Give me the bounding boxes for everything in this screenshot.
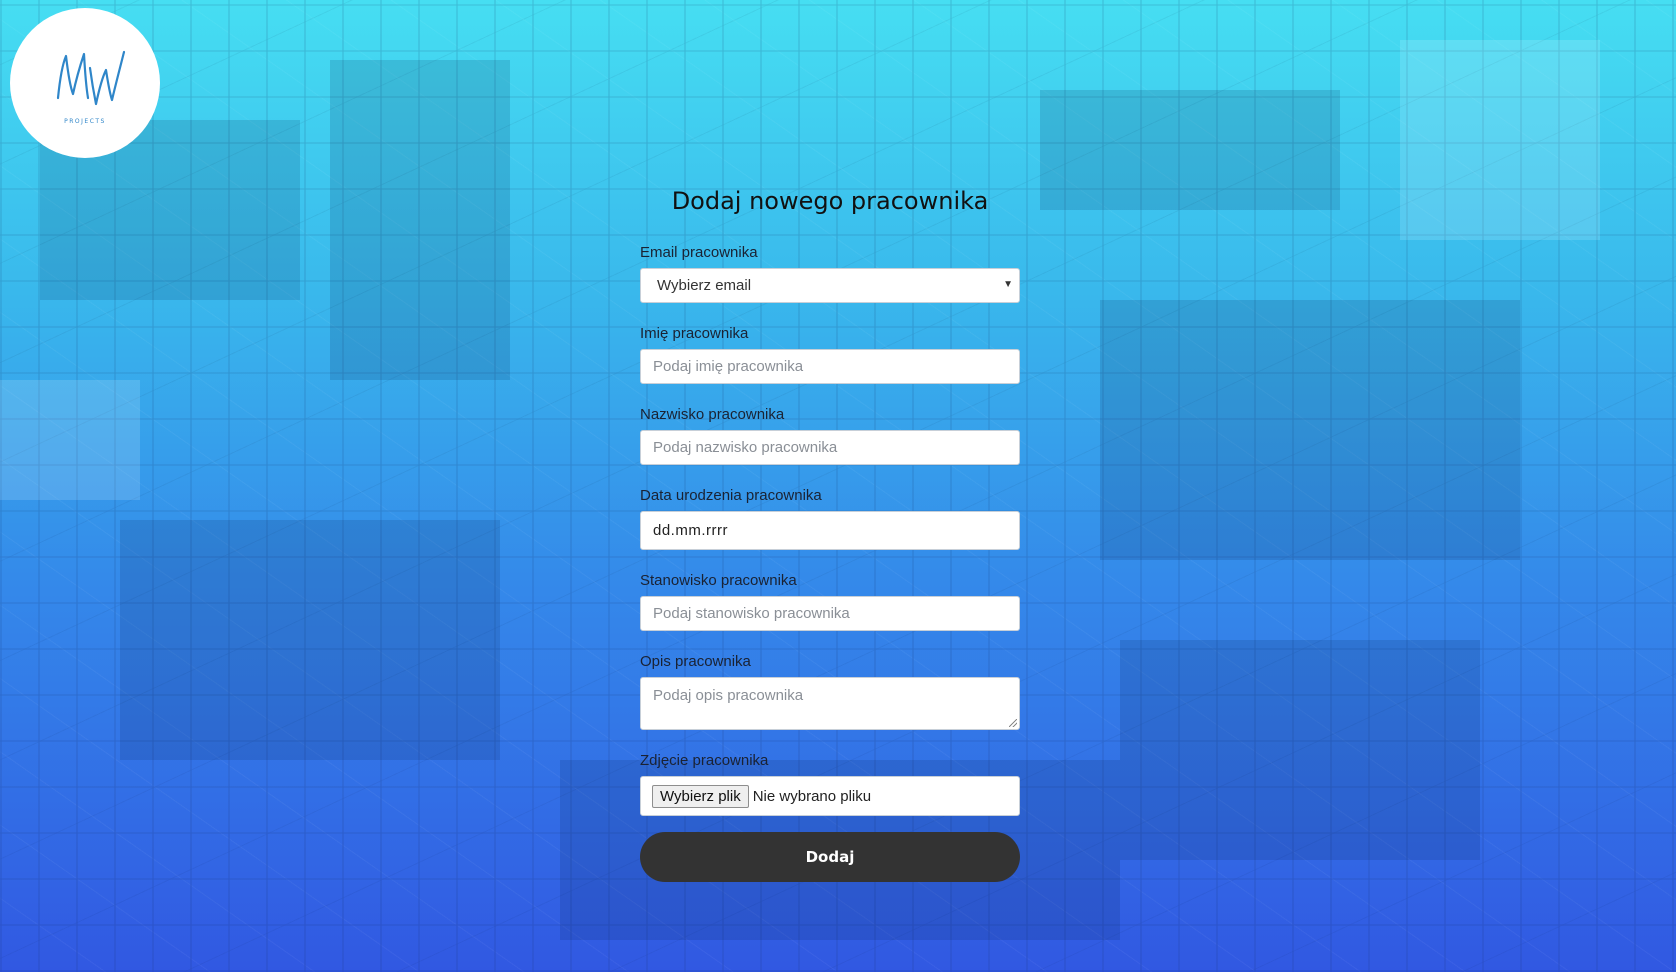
first-name-field-group: Imię pracownika Podaj imię pracownika: [640, 325, 1020, 384]
last-name-label: Nazwisko pracownika: [640, 406, 785, 423]
choose-file-button[interactable]: Wybierz plik: [652, 784, 749, 808]
email-select-value: Wybierz email: [657, 277, 752, 294]
mw-projects-logo-icon: PROJECTS: [56, 50, 126, 125]
description-placeholder: Podaj opis pracownika: [653, 687, 804, 704]
description-field-group: Opis pracownika Podaj opis pracownika: [640, 653, 1020, 730]
photo-file-input[interactable]: Wybierz plik Nie wybrano pliku: [640, 776, 1020, 816]
description-label: Opis pracownika: [640, 653, 751, 670]
birth-date-input[interactable]: dd.mm.rrrr: [640, 511, 1020, 550]
birth-date-field-group: Data urodzenia pracownika dd.mm.rrrr: [640, 487, 1020, 550]
position-input[interactable]: Podaj stanowisko pracownika: [640, 596, 1020, 631]
logo[interactable]: PROJECTS: [10, 8, 160, 158]
email-field-group: Email pracownika Wybierz email ▼: [640, 244, 1020, 303]
file-status-text: Nie wybrano pliku: [752, 787, 872, 805]
add-employee-form: Dodaj nowego pracownika Email pracownika…: [640, 180, 1020, 882]
photo-label: Zdjęcie pracownika: [640, 752, 769, 769]
submit-button[interactable]: Dodaj: [640, 832, 1020, 882]
resize-handle-icon[interactable]: [1009, 719, 1017, 727]
last-name-placeholder: Podaj nazwisko pracownika: [653, 439, 838, 456]
birth-date-label: Data urodzenia pracownika: [640, 487, 822, 504]
first-name-input[interactable]: Podaj imię pracownika: [640, 349, 1020, 384]
page-title: Dodaj nowego pracownika: [671, 187, 989, 215]
birth-date-value: dd.mm.rrrr: [653, 522, 728, 539]
last-name-field-group: Nazwisko pracownika Podaj nazwisko praco…: [640, 406, 1020, 465]
email-label: Email pracownika: [640, 244, 758, 261]
dropdown-arrow-icon: ▼: [1003, 279, 1013, 290]
position-field-group: Stanowisko pracownika Podaj stanowisko p…: [640, 572, 1020, 631]
description-textarea[interactable]: Podaj opis pracownika: [640, 677, 1020, 730]
position-placeholder: Podaj stanowisko pracownika: [653, 605, 850, 622]
position-label: Stanowisko pracownika: [640, 572, 797, 589]
logo-subtitle: PROJECTS: [64, 118, 106, 125]
first-name-label: Imię pracownika: [640, 325, 749, 342]
photo-field-group: Zdjęcie pracownika Wybierz plik Nie wybr…: [640, 752, 1020, 816]
last-name-input[interactable]: Podaj nazwisko pracownika: [640, 430, 1020, 465]
first-name-placeholder: Podaj imię pracownika: [653, 358, 804, 375]
email-select[interactable]: Wybierz email ▼: [640, 268, 1020, 303]
